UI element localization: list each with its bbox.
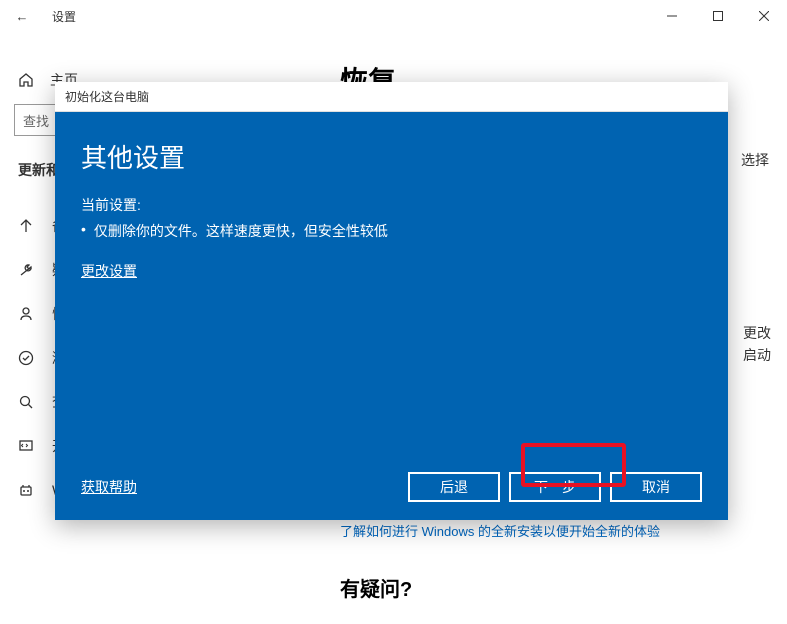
search-icon	[18, 394, 34, 410]
up-arrow-icon	[18, 218, 34, 234]
check-circle-icon	[18, 350, 34, 366]
dialog-title: 初始化这台电脑	[65, 88, 149, 105]
setting-bullet: • 仅删除你的文件。这样速度更快，但安全性较低	[81, 221, 702, 241]
search-input-text: 查找	[23, 111, 49, 130]
person-icon	[18, 306, 34, 322]
close-button[interactable]	[741, 0, 787, 32]
cancel-button[interactable]: 取消	[610, 472, 702, 502]
question-heading: 有疑问?	[340, 573, 412, 602]
window-title: 设置	[52, 8, 76, 25]
window-controls	[649, 0, 787, 32]
bullet-icon: •	[81, 221, 86, 241]
back-button[interactable]: ←	[0, 0, 44, 32]
maximize-button[interactable]	[695, 0, 741, 32]
change-settings-link[interactable]: 更改设置	[81, 261, 702, 281]
current-settings-label: 当前设置:	[81, 195, 702, 215]
dialog-footer: 获取帮助 后退 下一步 取消	[81, 472, 702, 502]
back-button[interactable]: 后退	[408, 472, 500, 502]
reset-pc-dialog: 初始化这台电脑 其他设置 当前设置: • 仅删除你的文件。这样速度更快，但安全性…	[55, 82, 728, 520]
robot-icon	[18, 482, 34, 498]
next-button[interactable]: 下一步	[509, 472, 601, 502]
dialog-body: 其他设置 当前设置: • 仅删除你的文件。这样速度更快，但安全性较低 更改设置 …	[55, 112, 728, 520]
minimize-button[interactable]	[649, 0, 695, 32]
partial-text-choose: 选择	[741, 150, 769, 170]
home-icon	[18, 72, 34, 88]
get-help-link[interactable]: 获取帮助	[81, 477, 137, 497]
bullet-text: 仅删除你的文件。这样速度更快，但安全性较低	[94, 221, 388, 241]
dialog-buttons: 后退 下一步 取消	[408, 472, 702, 502]
wrench-icon	[18, 262, 34, 278]
window-titlebar: ← 设置	[0, 0, 787, 32]
partial-text-right: 更改 启动	[743, 322, 771, 367]
dialog-heading: 其他设置	[81, 138, 702, 175]
code-icon	[18, 438, 34, 454]
dialog-titlebar: 初始化这台电脑	[55, 82, 728, 112]
fresh-install-link[interactable]: 了解如何进行 Windows 的全新安装以便开始全新的体验	[340, 521, 660, 540]
